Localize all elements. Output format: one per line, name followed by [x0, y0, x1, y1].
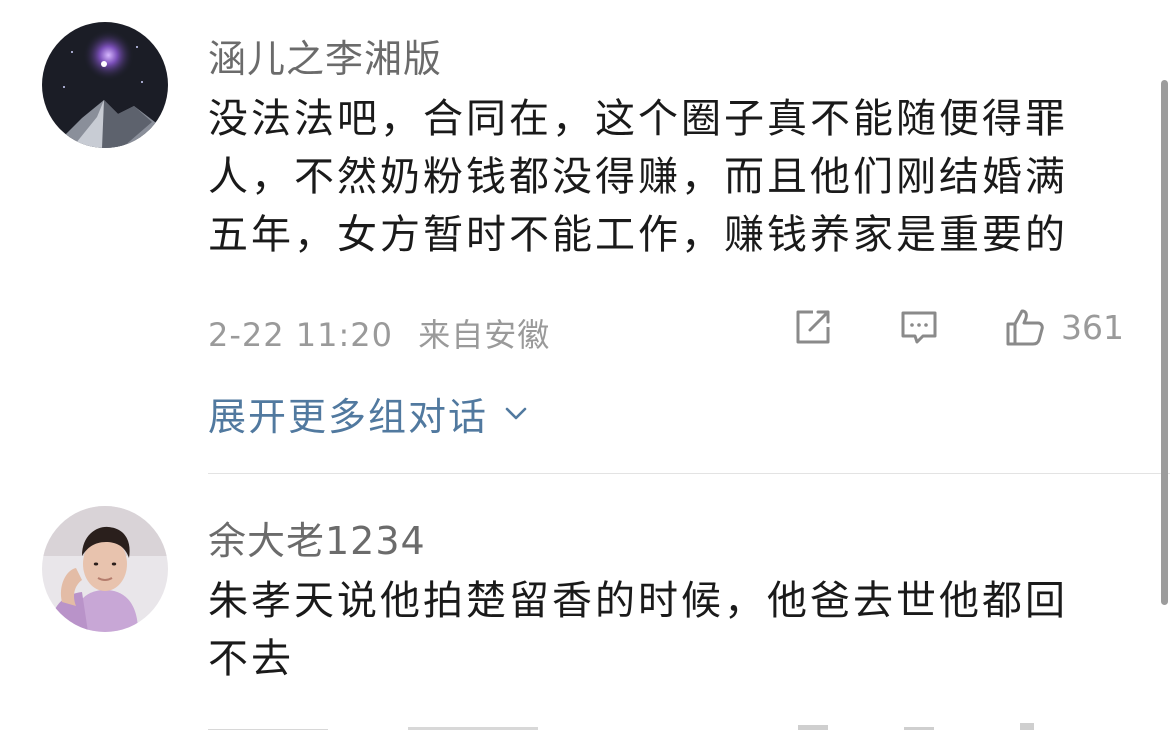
username[interactable]: 涵儿之李湘版 — [208, 28, 442, 83]
comment-item: 涵儿之李湘版 没法法吧，合同在，这个圈子真不能随便得罪 人，不然奶粉钱都没得赚，… — [0, 0, 1170, 473]
thumbs-up-icon — [1006, 309, 1044, 346]
comment-text: 没法法吧，合同在，这个圈子真不能随便得罪 人，不然奶粉钱都没得赚，而且他们刚结婚… — [208, 90, 1138, 264]
avatar[interactable] — [42, 22, 168, 148]
expand-conversation-link[interactable]: 展开更多组对话 — [208, 386, 532, 441]
scrollbar[interactable] — [1161, 80, 1168, 605]
comment-time: 2-22 11:20 — [208, 316, 394, 354]
username[interactable]: 余大老1234 — [208, 510, 426, 565]
chevron-down-icon — [505, 407, 527, 419]
next-comment-meta-peek — [208, 718, 1170, 730]
reply-button[interactable] — [897, 305, 941, 349]
comment-icon — [901, 311, 937, 344]
comment-text-line: 不去 — [208, 636, 294, 682]
comment-location: 来自安徽 — [418, 316, 551, 354]
comment-item: 余大老1234 朱孝天说他拍楚留香的时候，他爸去世他都回 不去 — [0, 474, 1170, 730]
expand-conversation-label: 展开更多组对话 — [208, 395, 489, 439]
share-button[interactable] — [791, 305, 835, 349]
comment-text-line: 没法法吧，合同在，这个圈子真不能随便得罪 — [208, 96, 1068, 142]
like-button[interactable]: 361 — [1003, 305, 1124, 349]
comment-text-line: 朱孝天说他拍楚留香的时候，他爸去世他都回 — [208, 578, 1068, 624]
share-icon — [796, 310, 830, 344]
comment-text-line: 五年，女方暂时不能工作，赚钱养家是重要的 — [208, 212, 1068, 258]
like-count: 361 — [1061, 307, 1124, 347]
avatar[interactable] — [42, 506, 168, 632]
avatar-image — [42, 22, 168, 148]
comment-text-line: 人，不然奶粉钱都没得赚，而且他们刚结婚满 — [208, 154, 1068, 200]
comment-meta: 2-22 11:20 来自安徽 — [208, 310, 550, 356]
comment-text: 朱孝天说他拍楚留香的时候，他爸去世他都回 不去 — [208, 572, 1138, 688]
comment-actions: 361 — [729, 305, 1124, 349]
avatar-image — [42, 506, 168, 632]
truncated-meta-row — [208, 723, 1034, 730]
